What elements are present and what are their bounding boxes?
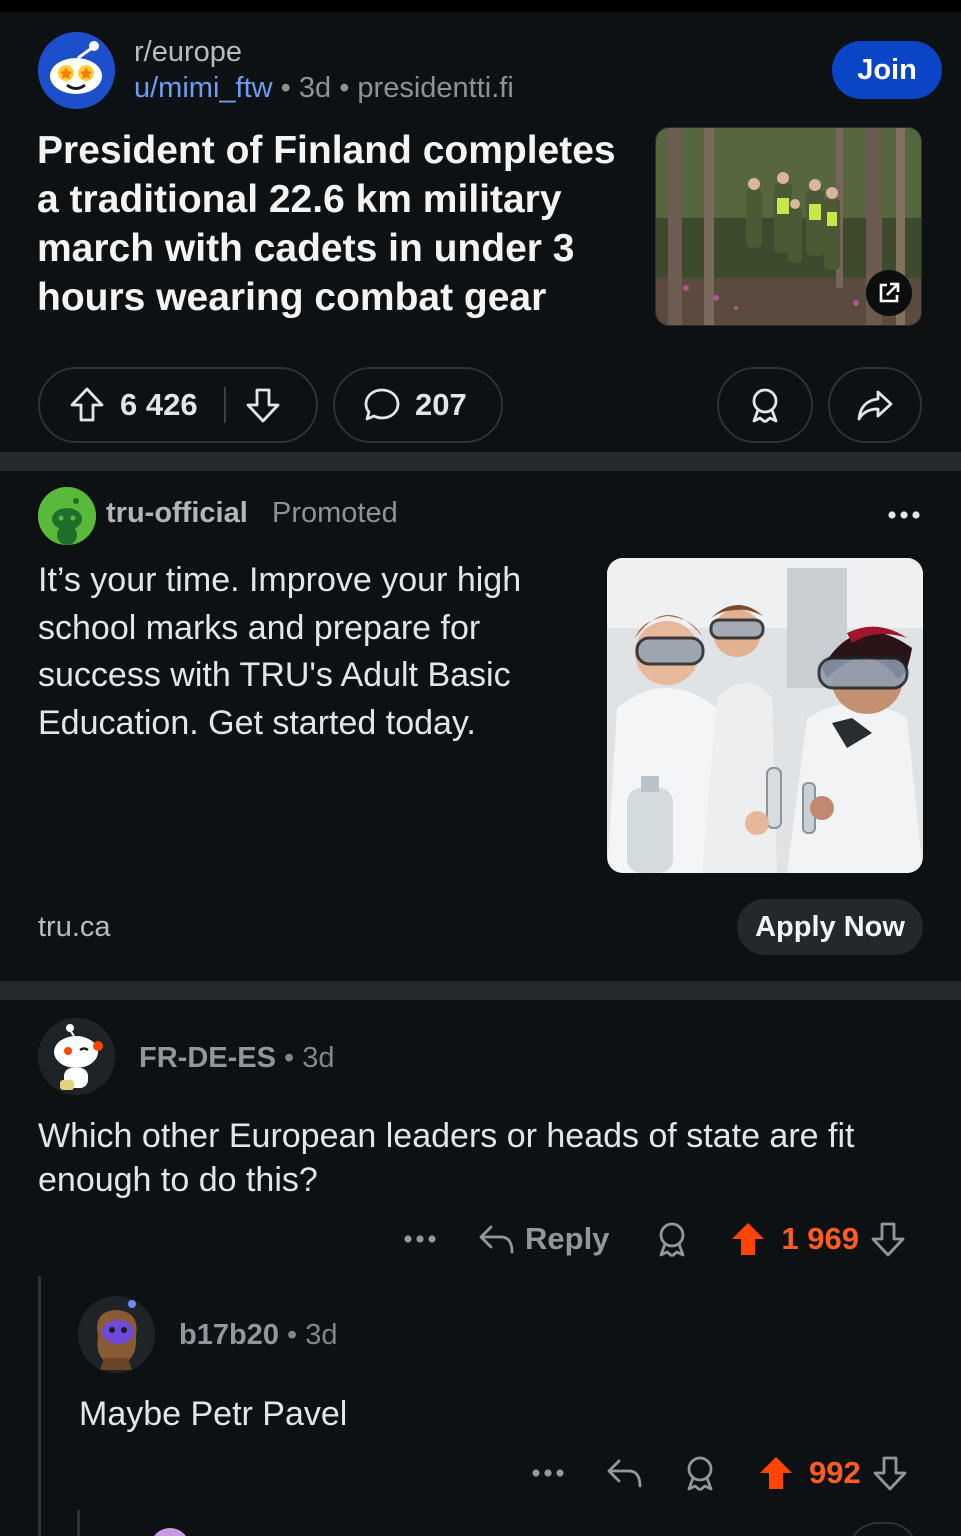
award-icon — [660, 1222, 685, 1258]
award-button[interactable] — [681, 1454, 719, 1492]
comment-body: Maybe Petr Pavel — [79, 1395, 348, 1433]
share-button[interactable] — [828, 367, 922, 443]
downvote-icon — [873, 1456, 907, 1491]
upvote-button[interactable] — [68, 386, 106, 424]
reddit-snoo-icon — [38, 32, 115, 109]
downvote-icon — [871, 1222, 905, 1257]
ad-headline[interactable]: It’s your time. Improve your high school… — [38, 557, 583, 747]
downvote-button[interactable] — [869, 1220, 907, 1258]
advertiser-avatar[interactable] — [38, 487, 96, 545]
reply-button[interactable] — [605, 1456, 643, 1490]
comments-button[interactable]: 207 — [333, 367, 503, 443]
reply-icon — [607, 1459, 642, 1488]
comment-author[interactable]: b17b20 — [179, 1319, 279, 1351]
comment-author[interactable]: FR-DE-ES — [139, 1042, 276, 1074]
post-thumbnail[interactable] — [655, 127, 922, 326]
award-button[interactable] — [653, 1220, 691, 1258]
comment-avatar[interactable] — [38, 1018, 115, 1095]
comment-more-button[interactable] — [531, 1468, 565, 1478]
post-meta: u/mimi_ftw • 3d • presidentti.fi — [134, 72, 514, 105]
downvote-icon — [246, 388, 279, 423]
meta-separator: • — [339, 72, 350, 104]
ad-domain[interactable]: tru.ca — [38, 911, 111, 944]
reddit-snoo-icon — [38, 487, 96, 545]
next-comment-avatar[interactable] — [150, 1528, 190, 1536]
status-bar-edge — [0, 0, 961, 12]
comment-body: Which other European leaders or heads of… — [38, 1117, 855, 1199]
comment-author-line: FR-DE-ES • 3d — [139, 1042, 335, 1075]
post-author[interactable]: u/mimi_ftw — [134, 72, 273, 104]
subreddit-avatar[interactable] — [38, 32, 115, 109]
comment-count: 207 — [415, 387, 467, 422]
more-horizontal-icon — [888, 511, 920, 519]
downvote-button[interactable] — [244, 386, 282, 424]
post-age: 3d — [298, 72, 332, 104]
more-horizontal-icon — [532, 1469, 564, 1477]
more-options-button[interactable] — [884, 495, 924, 535]
comment-age: 3d — [302, 1042, 335, 1074]
upvote-button[interactable] — [729, 1220, 767, 1258]
comment-age: 3d — [305, 1319, 338, 1351]
ad-image[interactable] — [607, 558, 923, 873]
meta-separator: • — [287, 1319, 298, 1351]
promoted-post[interactable]: tru-official Promoted It’s your time. Im… — [0, 471, 961, 981]
comment-author-line: b17b20 • 3d — [179, 1319, 338, 1352]
vote-divider — [223, 387, 226, 423]
more-horizontal-icon — [404, 1235, 436, 1243]
lab-students-image — [607, 558, 923, 873]
post-card[interactable]: r/europe u/mimi_ftw • 3d • presidentti.f… — [0, 12, 961, 452]
comment-actions: Reply 1 969 — [403, 1214, 907, 1264]
feed-divider — [0, 981, 961, 1000]
reply-button[interactable]: Reply — [477, 1221, 609, 1257]
next-comment-control[interactable] — [848, 1522, 918, 1536]
promoted-label: Promoted — [272, 497, 398, 529]
comment-avatar[interactable] — [78, 1296, 155, 1373]
downvote-button[interactable] — [871, 1454, 909, 1492]
award-icon — [687, 1456, 713, 1492]
reply-label: Reply — [525, 1221, 610, 1256]
upvote-button[interactable] — [757, 1454, 795, 1492]
reply-icon — [479, 1225, 514, 1254]
upvote-icon — [70, 387, 104, 422]
reddit-snoo-icon — [38, 1018, 115, 1095]
external-link-button[interactable] — [866, 270, 912, 316]
subreddit-name[interactable]: r/europe — [134, 36, 242, 69]
reddit-snoo-icon — [78, 1296, 155, 1373]
upvote-filled-icon — [732, 1223, 765, 1255]
post-domain[interactable]: presidentti.fi — [357, 72, 513, 104]
post-title[interactable]: President of Finland completes a traditi… — [37, 126, 637, 322]
advertiser-name[interactable]: tru-official — [106, 497, 248, 530]
join-button[interactable]: Join — [832, 41, 942, 99]
comments-section: FR-DE-ES • 3d Which other European leade… — [0, 1000, 961, 1536]
comment-score: 1 969 — [781, 1221, 859, 1256]
award-icon — [752, 388, 778, 424]
external-link-icon — [879, 282, 900, 303]
upvote-filled-icon — [760, 1457, 792, 1489]
post-score: 6 426 — [120, 387, 198, 422]
comment-actions: 992 — [531, 1448, 909, 1498]
comment-icon — [364, 388, 400, 421]
meta-separator: • — [280, 72, 291, 104]
comment-icon-wrap — [363, 386, 401, 424]
nested-thread-line[interactable] — [77, 1510, 80, 1536]
award-button[interactable] — [717, 367, 813, 443]
comment-more-button[interactable] — [403, 1234, 437, 1244]
comment-score: 992 — [809, 1455, 861, 1490]
share-icon — [857, 390, 893, 421]
meta-separator: • — [284, 1042, 295, 1074]
thread-line[interactable] — [38, 1276, 41, 1536]
vote-control: 6 426 — [38, 367, 318, 443]
apply-now-button[interactable]: Apply Now — [737, 899, 923, 955]
feed-divider — [0, 452, 961, 471]
